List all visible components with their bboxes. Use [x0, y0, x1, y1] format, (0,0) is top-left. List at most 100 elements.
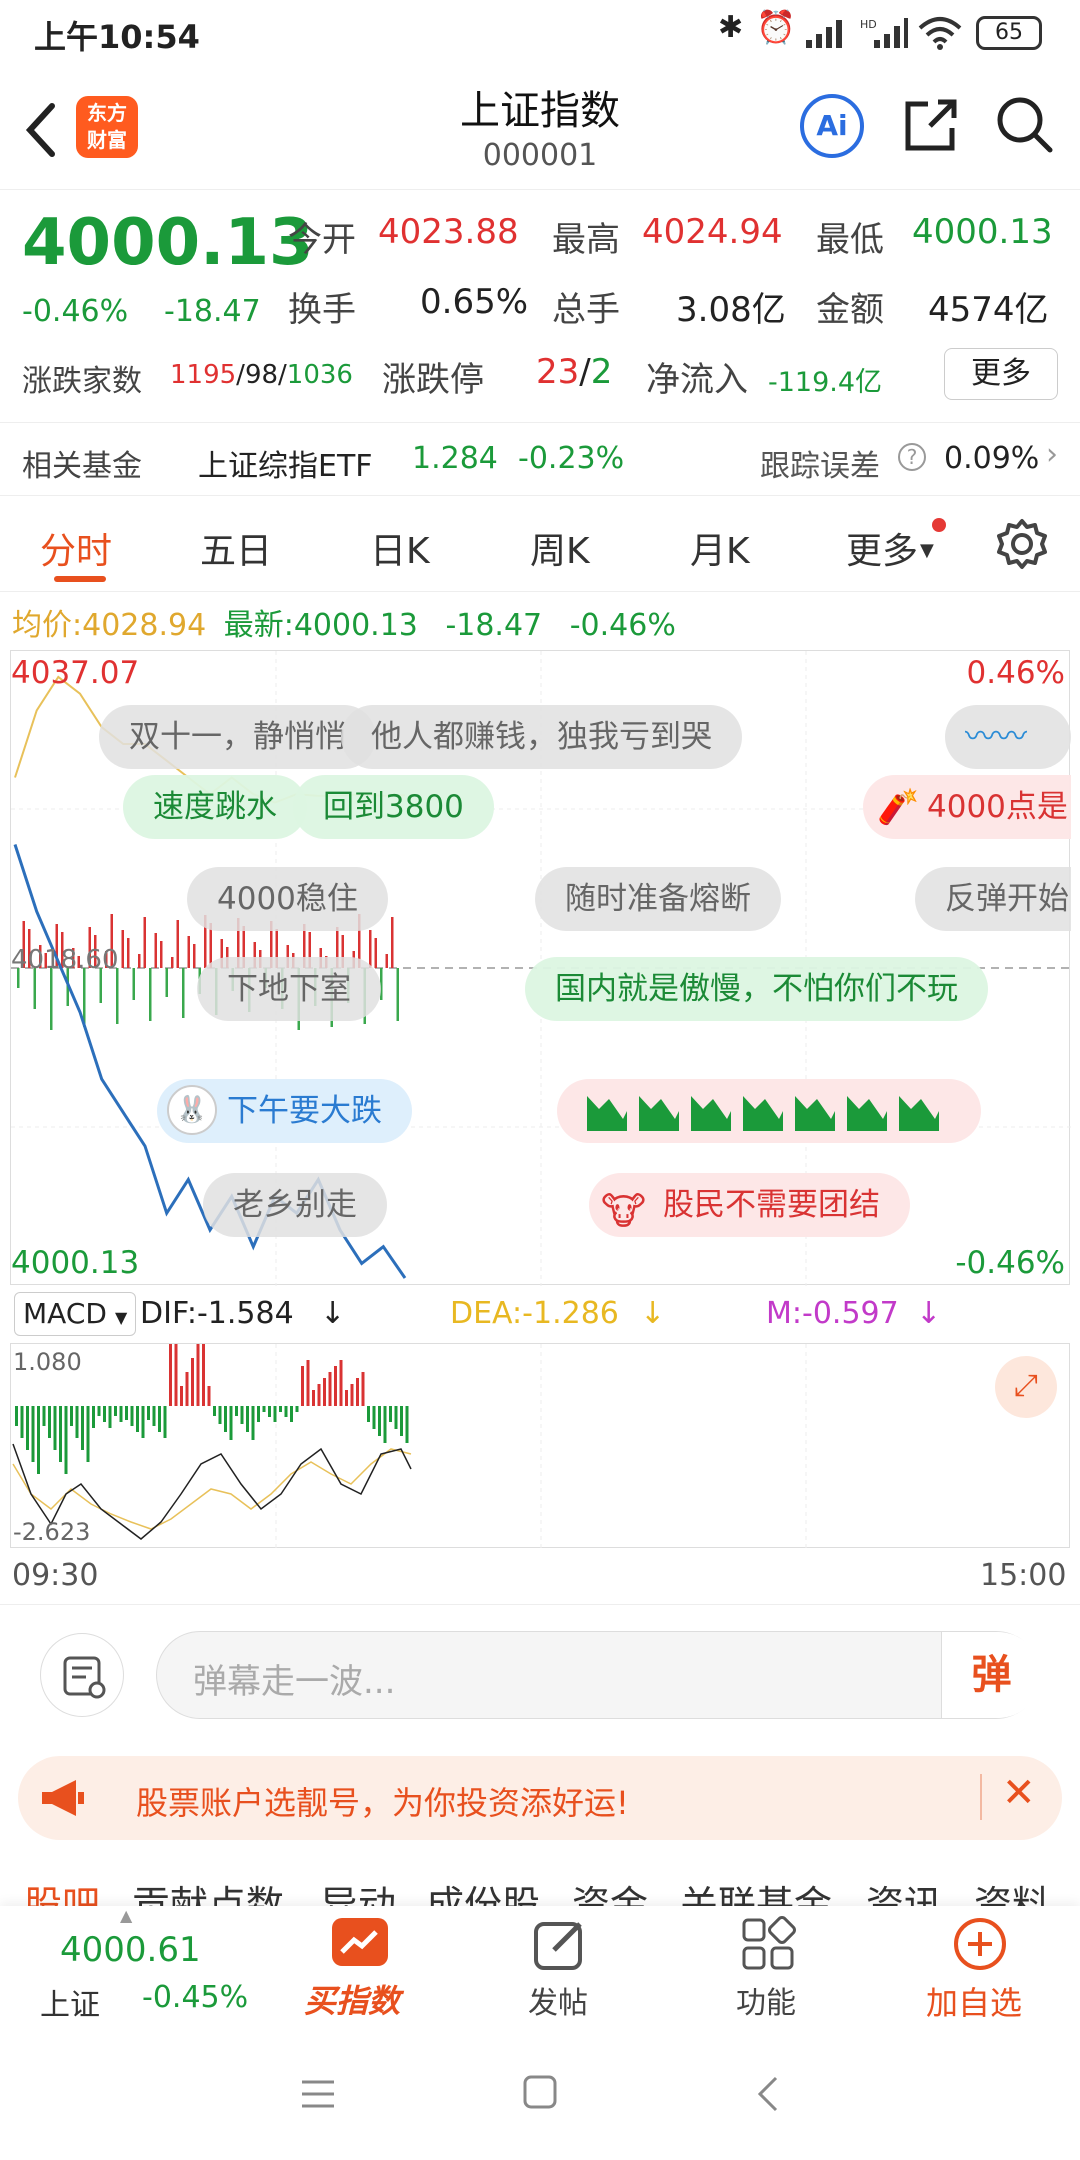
danmaku-input[interactable]: 弹幕走一波... 弹 — [156, 1631, 1041, 1719]
danmaku-item[interactable] — [557, 1079, 981, 1143]
tab-movement[interactable]: 异动 — [320, 1874, 396, 1906]
macd-chart[interactable]: 1.080 -2.623 ⤢ — [10, 1343, 1070, 1549]
limit-sep: / — [579, 352, 591, 392]
svg-text:HD: HD — [860, 18, 877, 31]
tab-five-day[interactable]: 五日 — [200, 522, 272, 574]
danmaku-send-button[interactable]: 弹 — [941, 1632, 1041, 1718]
danmaku-item[interactable]: 反弹开始 — [915, 867, 1071, 931]
danmaku-item[interactable]: 回到3800 — [293, 775, 494, 839]
add-watchlist-button[interactable]: 加自选 — [900, 1906, 1060, 2030]
danmaku-item[interactable]: 随时准备熔断 — [535, 867, 781, 931]
ticker-name: 上证 — [40, 1988, 100, 2023]
hd-signal-icon: HD — [860, 18, 908, 48]
tab-contribution[interactable]: 贡献点数 — [132, 1874, 284, 1906]
tab-constituents[interactable]: 成份股 — [426, 1874, 540, 1906]
danmaku-item[interactable]: 双十一，静悄悄 — [99, 705, 376, 769]
logo-text-bottom: 财富 — [87, 128, 127, 152]
settings-icon[interactable] — [996, 518, 1048, 570]
related-fund-row[interactable]: 相关基金 上证综指ETF 1.284 -0.23% 跟踪误差 ? 0.09% › — [0, 422, 1080, 496]
macd-bar — [323, 1378, 326, 1406]
tab-profile[interactable]: 资料 — [974, 1874, 1050, 1906]
pct-max-label: 0.46% — [966, 655, 1065, 691]
plus-circle-icon — [954, 1918, 1006, 1970]
promo-banner[interactable]: 股票账户选靓号，为你投资添好运! ✕ — [18, 1756, 1062, 1840]
indicator-selector[interactable]: MACD ▼ — [14, 1292, 136, 1336]
tab-intraday[interactable]: 分时 — [40, 522, 112, 574]
danmaku-item[interactable]: 🧨 4000点是 — [863, 775, 1071, 839]
tab-forum[interactable]: 股吧 — [24, 1874, 100, 1906]
breadth-label: 涨跌家数 — [22, 364, 142, 399]
danmaku-item[interactable]: 速度跳水 — [123, 775, 307, 839]
volume-bar — [391, 917, 394, 968]
macd-bar — [224, 1406, 227, 1432]
macd-bar — [119, 1406, 123, 1422]
low-label: 最低 — [816, 220, 884, 260]
danmaku-settings-button[interactable] — [40, 1633, 124, 1717]
macd-bar — [86, 1406, 90, 1462]
tab-related-funds[interactable]: 关联基金 — [680, 1874, 832, 1906]
netflow-label: 净流入 — [646, 360, 748, 400]
menu-icon[interactable] — [300, 2076, 336, 2112]
search-icon[interactable] — [994, 94, 1056, 156]
share-icon[interactable] — [900, 94, 962, 156]
trend-up-icon — [332, 1918, 388, 1966]
danmaku-item[interactable]: 🐰 下午要大跌 — [157, 1079, 412, 1143]
tab-monthly-k[interactable]: 月K — [690, 522, 750, 574]
close-icon[interactable]: ✕ — [1002, 1770, 1036, 1816]
amount-label: 金额 — [816, 290, 884, 330]
chart-legend: 均价:4028.94 最新:4000.13 -18.47 -0.46% — [12, 600, 676, 644]
home-icon[interactable] — [522, 2074, 558, 2110]
intraday-chart[interactable]: 4037.07 0.46% 4018.60 4000.13 -0.46% 双十一… — [10, 650, 1071, 1286]
danmaku-item[interactable]: 〰〰 — [945, 705, 1071, 769]
macd-bar — [147, 1406, 150, 1420]
buy-index-button[interactable]: 买指数 — [290, 1906, 430, 2030]
macd-bar — [48, 1406, 51, 1438]
macd-bar — [64, 1406, 68, 1474]
limit-up-count: 23 — [536, 352, 580, 392]
danmaku-item[interactable]: 老乡别走 — [203, 1173, 387, 1237]
macd-bar — [59, 1406, 62, 1462]
macd-bar — [81, 1406, 84, 1450]
macd-bar — [136, 1406, 139, 1432]
macd-bar — [383, 1406, 387, 1443]
macd-bar — [334, 1366, 337, 1406]
falling-chart-icons — [587, 1096, 939, 1131]
danmaku-item[interactable]: 他人都赚钱，独我亏到哭 — [341, 705, 742, 769]
tab-daily-k[interactable]: 日K — [370, 522, 430, 574]
danmaku-text: 下午要大跌 — [227, 1093, 382, 1129]
logo-text-top: 东方 — [87, 101, 127, 125]
caret-down-icon: ▼ — [114, 1308, 128, 1327]
post-button[interactable]: 发帖 — [500, 1906, 624, 2030]
back-nav-icon[interactable] — [752, 2074, 782, 2114]
tab-funds-flow[interactable]: 资金 — [572, 1874, 648, 1906]
danmaku-item[interactable]: 🐮 股民不需要团结 — [589, 1173, 910, 1237]
help-icon[interactable]: ? — [898, 443, 926, 471]
tab-news[interactable]: 资讯 — [866, 1874, 942, 1906]
volume-bar — [171, 957, 174, 968]
limit-down-count: 2 — [590, 352, 613, 392]
index-ticker[interactable]: ▲ 4000.61 上证 -0.45% — [0, 1906, 270, 2030]
functions-button[interactable]: 功能 — [706, 1906, 830, 2030]
tab-more[interactable]: 更多 — [846, 522, 918, 574]
ticker-value: 4000.61 — [60, 1930, 201, 1970]
status-time: 上午10:54 — [34, 18, 200, 56]
breadth-up: 1195 — [170, 360, 237, 390]
ai-button[interactable]: Ai — [800, 94, 864, 158]
macd-bar — [152, 1406, 156, 1426]
volume-bar — [369, 930, 372, 968]
macd-bar — [207, 1386, 211, 1406]
macd-bar — [15, 1406, 18, 1426]
macd-bar — [262, 1406, 266, 1412]
tab-weekly-k[interactable]: 周K — [530, 522, 590, 574]
cow-avatar-icon: 🐮 — [601, 1189, 646, 1233]
functions-label: 功能 — [736, 1986, 796, 2021]
danmaku-item[interactable]: 国内就是傲慢，不怕你们不玩 — [525, 957, 988, 1021]
more-button[interactable]: 更多 — [944, 348, 1058, 400]
danmaku-text: 股民不需要团结 — [663, 1187, 880, 1223]
danmaku-item[interactable]: 下地下室 — [197, 957, 381, 1021]
wifi-icon — [918, 17, 962, 50]
danmaku-item[interactable]: 4000稳住 — [187, 867, 388, 931]
macd-bar — [257, 1406, 260, 1422]
expand-icon[interactable]: ⤢ — [995, 1356, 1057, 1418]
system-nav-bar — [0, 2030, 1080, 2160]
